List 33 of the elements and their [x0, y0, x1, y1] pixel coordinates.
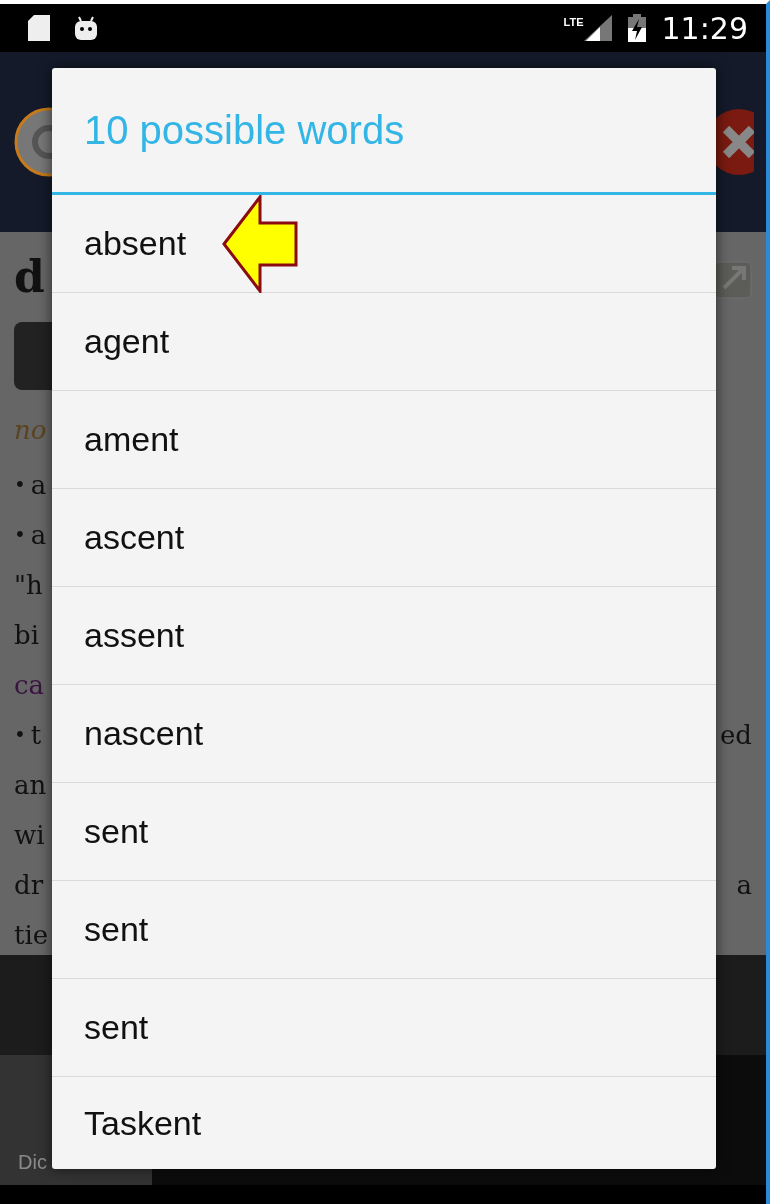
- bullet-mark: •: [14, 722, 26, 749]
- list-item[interactable]: sent: [52, 783, 716, 881]
- network-type-label: LTE: [563, 15, 584, 30]
- definition-text: "h: [14, 568, 43, 602]
- definition-text: wi: [14, 818, 45, 852]
- list-item[interactable]: absent: [52, 195, 716, 293]
- bullet-mark: •: [14, 522, 26, 549]
- definition-text: bi: [14, 618, 39, 652]
- list-item[interactable]: assent: [52, 587, 716, 685]
- list-item[interactable]: sent: [52, 979, 716, 1077]
- definition-text: tie: [14, 918, 49, 952]
- definition-text: a: [30, 518, 47, 552]
- entry-heading: d: [14, 250, 45, 304]
- battery-icon: [627, 14, 646, 42]
- list-item[interactable]: ament: [52, 391, 716, 489]
- signal-icon: [583, 15, 612, 41]
- android-icon: [74, 15, 98, 41]
- definition-text: t: [30, 718, 42, 752]
- definition-text: ed: [719, 718, 752, 752]
- definition-text: dr: [14, 868, 44, 902]
- definition-text: a: [30, 468, 47, 502]
- dialog-title: 10 possible words: [52, 68, 716, 195]
- list-item[interactable]: ascent: [52, 489, 716, 587]
- definition-text: a: [736, 868, 752, 902]
- list-item[interactable]: agent: [52, 293, 716, 391]
- sd-card-icon: [28, 15, 50, 41]
- list-item[interactable]: nascent: [52, 685, 716, 783]
- clock-text: 11:29: [661, 9, 748, 48]
- list-item[interactable]: Taskent: [52, 1077, 716, 1169]
- part-of-speech-text: no: [14, 415, 47, 445]
- list-item[interactable]: sent: [52, 881, 716, 979]
- bullet-mark: •: [14, 472, 26, 499]
- definition-text: an: [14, 768, 47, 802]
